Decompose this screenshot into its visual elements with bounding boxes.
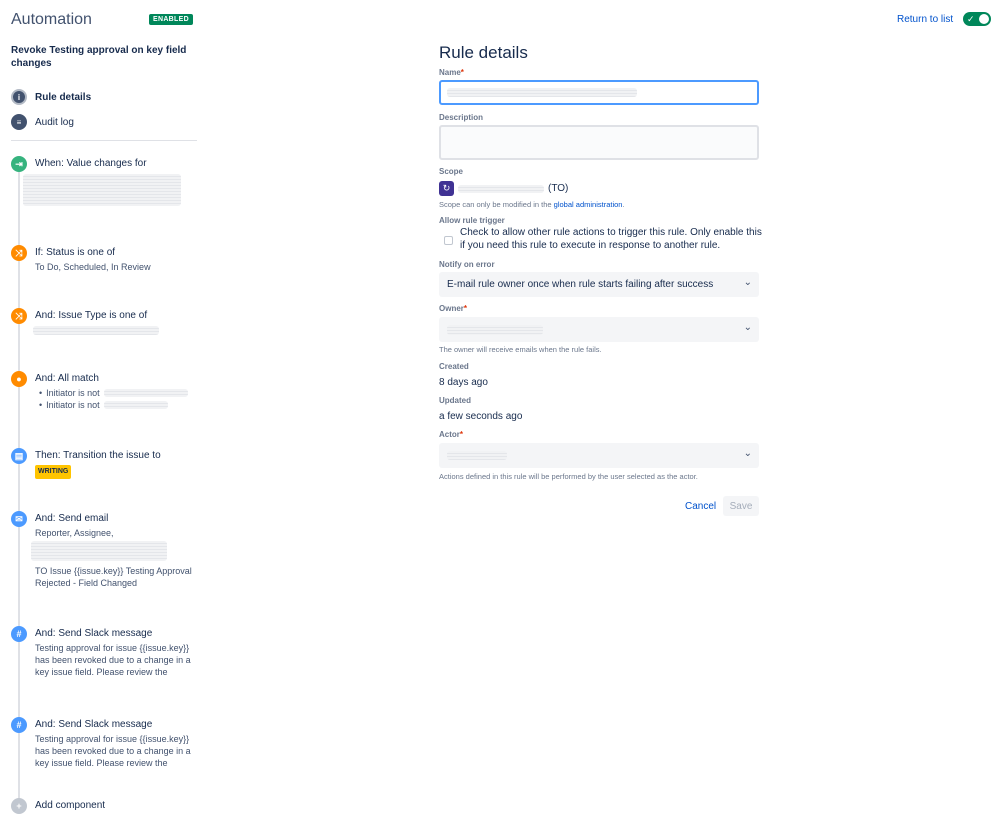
- redacted-actor: [447, 451, 507, 460]
- owner-label: Owner*: [439, 304, 468, 313]
- allow-rule-trigger-row: Check to allow other rule actions to tri…: [444, 227, 764, 252]
- name-field[interactable]: [439, 80, 759, 105]
- rule-name: Revoke Testing approval on key field cha…: [11, 45, 187, 69]
- nav-divider: [11, 140, 197, 141]
- component-title: And: Send Slack message: [35, 628, 153, 639]
- component-title: If: Status is one of: [35, 247, 116, 258]
- owner-select[interactable]: ⌄: [439, 317, 759, 342]
- slack-icon: #: [11, 626, 27, 642]
- component-title: And: Send Slack message: [35, 719, 153, 730]
- notify-on-error-label: Notify on error: [439, 260, 495, 269]
- info-icon: i: [11, 89, 27, 105]
- scope-label: Scope: [439, 167, 464, 176]
- component-description: To Do, Scheduled, In Review: [35, 262, 151, 272]
- component-title: Then: Transition the issue to: [35, 450, 161, 461]
- nav-rule-details-label: Rule details: [35, 91, 92, 103]
- redacted-owner: [447, 324, 543, 335]
- trigger-icon: ⇥: [11, 156, 27, 172]
- toggle-knob: [979, 14, 989, 24]
- notify-on-error-select[interactable]: E-mail rule owner once when rule starts …: [439, 272, 759, 297]
- component-title: When: Value changes for: [35, 158, 147, 169]
- add-component-button[interactable]: + Add component: [11, 798, 201, 816]
- name-label: Name*: [439, 68, 464, 77]
- actor-select[interactable]: ⌄: [439, 443, 759, 468]
- component-condition-status[interactable]: ⤨ If: Status is one of To Do, Scheduled,…: [11, 245, 201, 275]
- status-lozenge: WRITING: [35, 465, 72, 479]
- redacted-project-name: [458, 184, 544, 193]
- chevron-down-icon: ⌄: [743, 277, 752, 288]
- component-description: Reporter, Assignee, TO Issue {{issue.key…: [31, 527, 201, 589]
- redacted-user: [103, 389, 188, 397]
- condition-icon: ⤨: [11, 245, 27, 261]
- nav-audit-log-label: Audit log: [35, 116, 74, 128]
- allow-rule-trigger-text: Check to allow other rule actions to tri…: [460, 227, 762, 251]
- allow-rule-trigger-label: Allow rule trigger: [439, 216, 505, 225]
- transition-icon: ▤: [11, 448, 27, 464]
- chevron-down-icon: ⌄: [743, 322, 752, 333]
- component-action-send-email[interactable]: ✉ And: Send email Reporter, Assignee, TO…: [11, 511, 201, 591]
- rule-enabled-toggle[interactable]: ✓: [963, 12, 991, 26]
- save-button[interactable]: Save: [723, 496, 759, 516]
- add-icon: +: [11, 798, 27, 814]
- scope-help: Scope can only be modified in the global…: [439, 200, 625, 209]
- cancel-button[interactable]: Cancel: [679, 496, 722, 516]
- component-action-transition[interactable]: ▤ Then: Transition the issue to WRITING: [11, 448, 201, 479]
- project-icon: ↻: [439, 181, 454, 196]
- component-title: And: All match: [35, 373, 99, 384]
- created-label: Created: [439, 362, 469, 371]
- component-description: Initiator is not Initiator is not: [35, 387, 201, 411]
- nav-audit-log[interactable]: ≡ Audit log: [11, 114, 74, 130]
- component-description: WRITING: [35, 464, 201, 479]
- updated-label: Updated: [439, 396, 471, 405]
- description-field[interactable]: [439, 125, 759, 160]
- component-trigger[interactable]: ⇥ When: Value changes for: [11, 156, 201, 216]
- component-action-slack-1[interactable]: # And: Send Slack message Testing approv…: [11, 626, 201, 686]
- owner-help: The owner will receive emails when the r…: [439, 345, 602, 354]
- scope-value: ↻ (TO): [439, 181, 568, 196]
- redacted-name-value: [447, 88, 637, 97]
- app-title: Automation: [11, 11, 92, 28]
- component-condition-all-match[interactable]: ● And: All match Initiator is not Initia…: [11, 371, 201, 416]
- global-administration-link[interactable]: global administration: [554, 200, 623, 209]
- condition-icon: ⤨: [11, 308, 27, 324]
- chevron-down-icon: ⌄: [743, 448, 752, 459]
- description-label: Description: [439, 113, 484, 122]
- component-title: And: Send email: [35, 513, 109, 524]
- allow-rule-trigger-checkbox[interactable]: [444, 236, 453, 245]
- email-icon: ✉: [11, 511, 27, 527]
- check-icon: ✓: [967, 14, 975, 24]
- component-action-slack-2[interactable]: # And: Send Slack message Testing approv…: [11, 717, 201, 777]
- slack-icon: #: [11, 717, 27, 733]
- audit-log-icon: ≡: [11, 114, 27, 130]
- redacted-issue-types: [33, 326, 159, 335]
- notify-on-error-value: E-mail rule owner once when rule starts …: [447, 279, 714, 290]
- list-item: Initiator is not: [35, 399, 201, 411]
- component-title: And: Issue Type is one of: [35, 310, 148, 321]
- component-condition-issue-type[interactable]: ⤨ And: Issue Type is one of: [11, 308, 201, 338]
- panel-title: Rule details: [439, 43, 528, 62]
- user-condition-icon: ●: [11, 371, 27, 387]
- status-badge: ENABLED: [149, 14, 193, 25]
- actor-help: Actions defined in this rule will be per…: [439, 472, 698, 481]
- actor-label: Actor*: [439, 430, 464, 439]
- return-to-list-link[interactable]: Return to list: [897, 14, 953, 25]
- component-description: Testing approval for issue {{issue.key}}…: [35, 734, 191, 768]
- list-item: Initiator is not: [35, 387, 201, 399]
- component-description: Testing approval for issue {{issue.key}}…: [35, 643, 191, 677]
- created-value: 8 days ago: [439, 377, 488, 388]
- component-title: Add component: [35, 800, 106, 811]
- nav-rule-details[interactable]: i Rule details: [11, 89, 91, 105]
- redacted-recipients: [31, 541, 167, 561]
- updated-value: a few seconds ago: [439, 411, 523, 422]
- redacted-user: [103, 401, 168, 409]
- redacted-field-list: [23, 174, 181, 206]
